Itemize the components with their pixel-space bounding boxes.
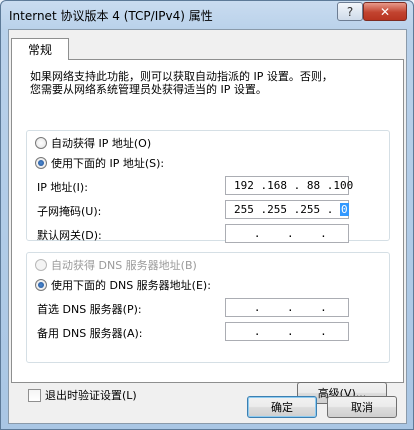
- preferred-dns-label: 首选 DNS 服务器(P):: [37, 303, 142, 316]
- gateway-label: 默认网关(D):: [37, 229, 102, 242]
- tab-general[interactable]: 常规: [11, 38, 69, 60]
- help-button[interactable]: ?: [337, 2, 363, 21]
- alternate-dns-label: 备用 DNS 服务器(A):: [37, 327, 143, 340]
- dialog-body: 常规 如果网络支持此功能，则可以获取自动指派的 IP 设置。否则， 您需要从网络…: [8, 29, 407, 424]
- checkbox-icon: [28, 388, 41, 402]
- radio-auto-dns[interactable]: 自动获得 DNS 服务器地址(B): [35, 257, 197, 273]
- validate-on-exit-checkbox[interactable]: 退出时验证设置(L): [28, 387, 137, 403]
- general-panel: 如果网络支持此功能，则可以获取自动指派的 IP 设置。否则， 您需要从网络系统管…: [11, 59, 404, 404]
- close-icon: ✕: [379, 4, 391, 19]
- alternate-dns-input[interactable]: . . .: [225, 322, 349, 341]
- cancel-button[interactable]: 取消: [327, 396, 397, 418]
- ip-address-input[interactable]: 192 .168 . 88 .100: [225, 176, 353, 195]
- radio-auto-ip[interactable]: 自动获得 IP 地址(O): [35, 135, 151, 151]
- close-button[interactable]: ✕: [363, 2, 407, 21]
- dns-settings-group: 自动获得 DNS 服务器地址(B) 使用下面的 DNS 服务器地址(E): 首选…: [26, 252, 390, 363]
- subnet-mask-input[interactable]: 255 .255 .255 . 0: [225, 200, 349, 219]
- gateway-input[interactable]: . . .: [225, 224, 349, 243]
- radio-selected-icon: [35, 279, 47, 291]
- title-bar[interactable]: Internet 协议版本 4 (TCP/IPv4) 属性 ? ✕: [1, 1, 413, 27]
- selected-octet: 0: [339, 203, 349, 216]
- radio-manual-dns[interactable]: 使用下面的 DNS 服务器地址(E):: [35, 277, 211, 293]
- radio-selected-icon: [35, 157, 47, 169]
- dialog-window: Internet 协议版本 4 (TCP/IPv4) 属性 ? ✕ 常规 如果网…: [0, 0, 414, 430]
- ip-address-label: IP 地址(I):: [37, 181, 88, 194]
- ip-settings-group: 自动获得 IP 地址(O) 使用下面的 IP 地址(S): IP 地址(I): …: [26, 130, 390, 243]
- radio-icon: [35, 137, 47, 149]
- radio-manual-ip[interactable]: 使用下面的 IP 地址(S):: [35, 155, 164, 171]
- preferred-dns-input[interactable]: . . .: [225, 298, 349, 317]
- radio-disabled-icon: [35, 259, 47, 271]
- description-text: 如果网络支持此功能，则可以获取自动指派的 IP 设置。否则， 您需要从网络系统管…: [30, 70, 333, 96]
- subnet-mask-label: 子网掩码(U):: [37, 205, 102, 218]
- ok-button[interactable]: 确定: [247, 396, 317, 418]
- window-title: Internet 协议版本 4 (TCP/IPv4) 属性: [9, 9, 213, 23]
